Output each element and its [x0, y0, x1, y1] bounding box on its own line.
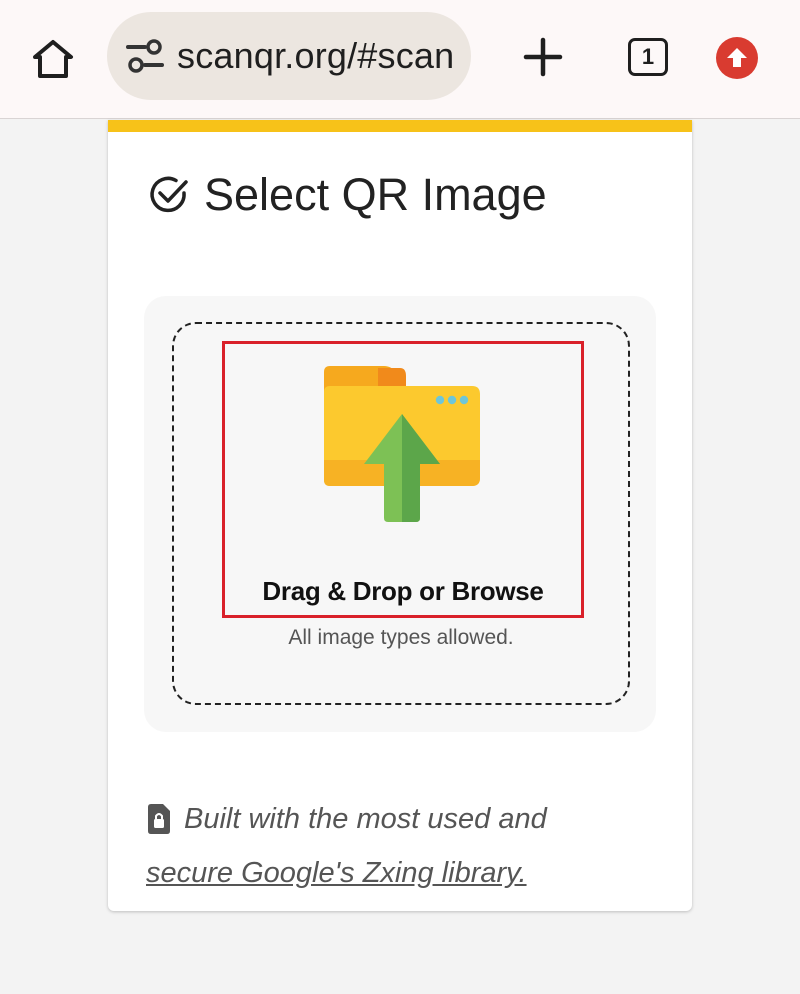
zxing-library-link[interactable]: secure Google's Zxing library. [146, 846, 666, 900]
url-text[interactable]: scanqr.org/#scan [177, 35, 454, 77]
drag-drop-browse-label[interactable]: Drag & Drop or Browse [225, 576, 581, 607]
check-circle-icon [148, 174, 190, 216]
page-title: Select QR Image [204, 169, 547, 220]
tab-count: 1 [641, 44, 655, 69]
folder-upload-icon[interactable] [322, 364, 482, 524]
site-settings-icon[interactable] [123, 34, 167, 78]
browse-target[interactable]: Drag & Drop or Browse [222, 341, 584, 618]
library-credit: Built with the most used and secure Goog… [146, 792, 666, 900]
browser-toolbar: scanqr.org/#scan 1 [0, 0, 800, 119]
drop-zone[interactable]: Drag & Drop or Browse All image types al… [172, 322, 630, 705]
credit-text: Built with the most used and [184, 803, 547, 835]
upload-area: Drag & Drop or Browse All image types al… [144, 296, 656, 732]
new-tab-plus-icon[interactable] [518, 32, 568, 82]
allowed-types-note: All image types allowed. [288, 626, 514, 649]
address-bar[interactable]: scanqr.org/#scan [107, 12, 471, 100]
home-icon[interactable] [28, 34, 78, 84]
scan-card: Select QR Image Drag & Drop or Browse Al… [108, 120, 692, 911]
update-arrow-icon[interactable] [716, 37, 758, 79]
card-accent-bar [108, 120, 692, 132]
tab-switcher-icon[interactable]: 1 [628, 38, 668, 76]
lock-file-icon [146, 802, 172, 836]
card-heading: Select QR Image [148, 169, 547, 220]
